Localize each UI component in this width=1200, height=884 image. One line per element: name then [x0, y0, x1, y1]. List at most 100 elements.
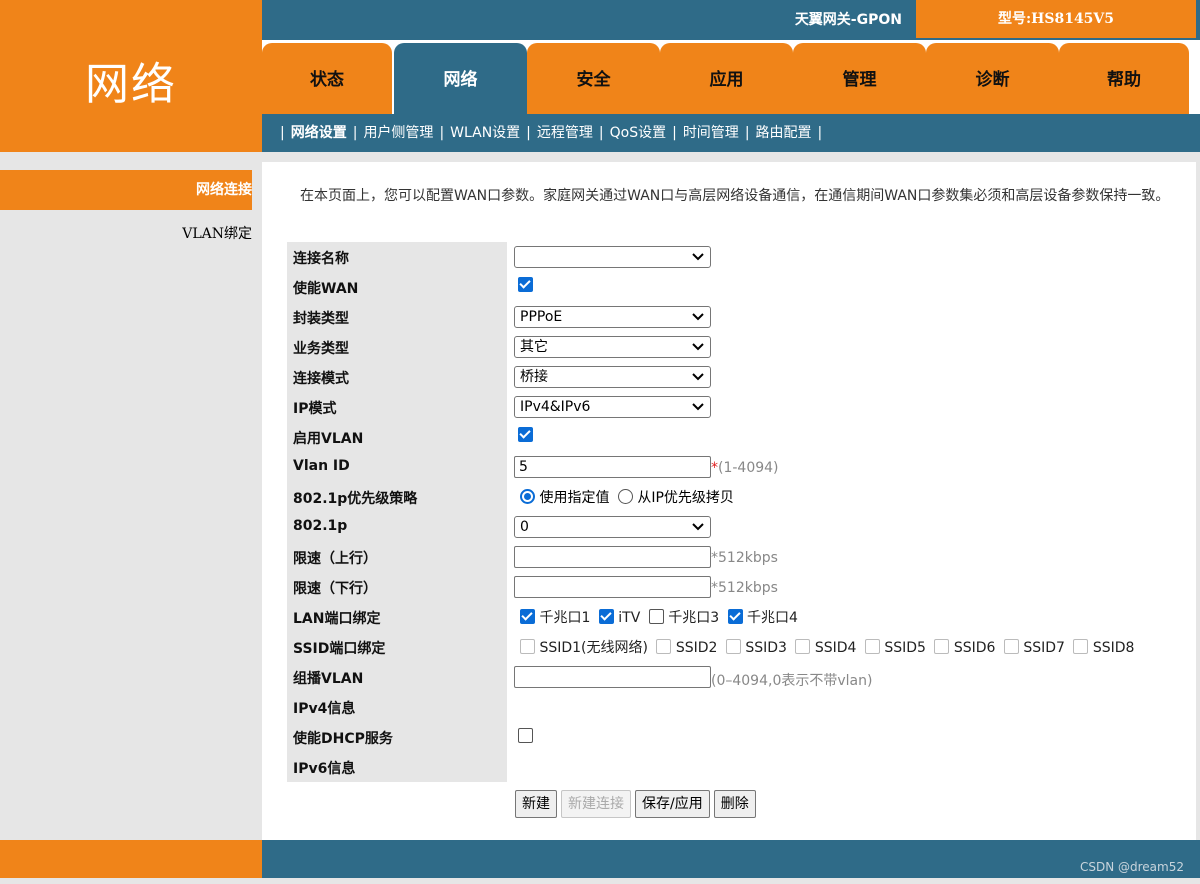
label-ipv6-info: IPv6信息	[293, 761, 356, 777]
label-rate-down: 限速（下行）	[293, 581, 377, 597]
8021p-select[interactable]: 0	[514, 516, 711, 538]
subnav-user-side[interactable]: 用户侧管理	[363, 125, 433, 141]
row-rate-down: 限速（下行） *512kbps	[287, 572, 1187, 602]
multicast-vlan-hint: (0–4094,0表示不带vlan)	[711, 673, 873, 689]
subnav-network-settings[interactable]: 网络设置	[291, 125, 347, 141]
subnav-separator: |	[280, 125, 285, 141]
sidebar-item-label: VLAN绑定	[182, 226, 252, 242]
lan-port-1-checkbox[interactable]	[520, 609, 535, 624]
tab-help[interactable]: 帮助	[1059, 43, 1189, 114]
ssid3-label: SSID3	[745, 640, 787, 656]
subnav-separator: |	[672, 125, 677, 141]
delete-button[interactable]: 删除	[713, 790, 756, 818]
subnav-separator: |	[817, 125, 823, 141]
label-priority-policy: 802.1p优先级策略	[293, 491, 418, 507]
sub-nav: | 网络设置 | 用户侧管理 | WLAN设置 | 远程管理 | QoS设置 | 时间管理 | 路由配置 |	[262, 114, 1200, 152]
ip-mode-select[interactable]: IPv4&IPv6	[514, 396, 711, 418]
lan-port-3-label: 千兆口3	[668, 610, 720, 626]
ssid1-checkbox[interactable]	[520, 639, 535, 654]
connection-name-select[interactable]	[514, 246, 711, 268]
subnav-routing[interactable]: 路由配置	[756, 125, 812, 141]
row-service-type: 业务类型 其它	[287, 332, 1187, 362]
label-enable-vlan: 启用VLAN	[293, 431, 364, 447]
rate-up-input[interactable]	[514, 546, 711, 568]
row-connection-name: 连接名称	[287, 242, 1187, 272]
lan-port-4-checkbox[interactable]	[727, 609, 743, 624]
ssid5-checkbox[interactable]	[864, 639, 880, 654]
subnav-remote[interactable]: 远程管理	[537, 125, 593, 141]
vlan-id-range: (1-4094)	[718, 460, 779, 476]
rate-down-hint: *512kbps	[711, 580, 778, 596]
intro-text: 在本页面上，您可以配置WAN口参数。家庭网关通过WAN口与高层网络设备通信，在通…	[300, 188, 1170, 204]
vlan-id-input[interactable]: 5	[514, 456, 711, 478]
chevron-down-icon	[692, 523, 704, 531]
subnav-qos[interactable]: QoS设置	[610, 125, 666, 141]
ssid5-label: SSID5	[884, 640, 926, 656]
subnav-separator: |	[526, 125, 531, 141]
tab-security[interactable]: 安全	[527, 43, 660, 114]
tab-application[interactable]: 应用	[660, 43, 793, 114]
model-label: 型号:HS8145V5	[916, 0, 1196, 38]
label-rate-up: 限速（上行）	[293, 551, 377, 567]
tab-network[interactable]: 网络	[394, 43, 527, 114]
ip-mode-value: IPv4&IPv6	[520, 399, 591, 415]
priority-copy-label: 从IP优先级拷贝	[637, 490, 734, 506]
rate-down-input[interactable]	[514, 576, 711, 598]
tab-diagnosis[interactable]: 诊断	[926, 43, 1059, 114]
label-enable-wan: 使能WAN	[293, 281, 359, 297]
connection-mode-select[interactable]: 桥接	[514, 366, 711, 388]
tab-management[interactable]: 管理	[793, 43, 926, 114]
main-nav: 状态 网络 安全 应用 管理 诊断 帮助	[262, 40, 1200, 114]
required-marker: *	[711, 460, 718, 476]
new-button[interactable]: 新建	[515, 790, 557, 818]
label-service-type: 业务类型	[293, 341, 349, 357]
rate-up-hint: *512kbps	[711, 550, 778, 566]
sidebar: 网络连接 VLAN绑定	[0, 152, 262, 840]
priority-copy-radio[interactable]	[617, 489, 633, 504]
lan-port-itv-checkbox[interactable]	[598, 609, 614, 624]
enable-vlan-checkbox[interactable]	[518, 427, 533, 442]
multicast-vlan-input[interactable]	[514, 666, 711, 688]
enable-wan-checkbox[interactable]	[518, 277, 533, 292]
row-rate-up: 限速（上行） *512kbps	[287, 542, 1187, 572]
row-enable-wan: 使能WAN	[287, 272, 1187, 302]
row-connection-mode: 连接模式 桥接	[287, 362, 1187, 392]
new-connection-button[interactable]: 新建连接	[561, 790, 631, 818]
logo-area: 网络	[0, 0, 262, 152]
row-ipv6-info: IPv6信息	[287, 752, 1187, 782]
service-type-select[interactable]: 其它	[514, 336, 711, 358]
row-ssid-binding: SSID端口绑定 SSID1(无线网络) SSID2 SSID3 SSID4 S…	[287, 632, 1187, 662]
ssid2-checkbox[interactable]	[656, 639, 672, 654]
chevron-down-icon	[692, 313, 704, 321]
label-ipv4-info: IPv4信息	[293, 701, 356, 717]
ssid7-checkbox[interactable]	[1003, 639, 1019, 654]
label-ssid-binding: SSID端口绑定	[293, 641, 386, 657]
sidebar-item-network-connection[interactable]: 网络连接	[0, 170, 252, 210]
ssid8-checkbox[interactable]	[1073, 639, 1089, 654]
ssid4-checkbox[interactable]	[795, 639, 811, 654]
save-apply-button[interactable]: 保存/应用	[635, 790, 710, 818]
label-ip-mode: IP模式	[293, 401, 337, 417]
subnav-wlan[interactable]: WLAN设置	[450, 125, 520, 141]
subnav-time[interactable]: 时间管理	[683, 125, 739, 141]
content-panel: 在本页面上，您可以配置WAN口参数。家庭网关通过WAN口与高层网络设备通信，在通…	[262, 162, 1196, 840]
tab-status[interactable]: 状态	[262, 43, 392, 114]
lan-port-3-checkbox[interactable]	[648, 609, 664, 624]
priority-specified-radio[interactable]	[520, 489, 535, 504]
form-buttons: 新建 新建连接 保存/应用 删除	[515, 790, 760, 820]
ssid6-checkbox[interactable]	[934, 639, 950, 654]
ssid1-label: SSID1(无线网络)	[539, 640, 648, 656]
encapsulation-select[interactable]: PPPoE	[514, 306, 711, 328]
row-encapsulation: 封装类型 PPPoE	[287, 302, 1187, 332]
encapsulation-value: PPPoE	[520, 309, 563, 325]
logo-text: 网络	[85, 59, 177, 110]
chevron-down-icon	[692, 403, 704, 411]
subnav-separator: |	[598, 125, 604, 141]
ssid4-label: SSID4	[814, 640, 857, 656]
ssid8-label: SSID8	[1092, 640, 1135, 656]
label-connection-mode: 连接模式	[293, 371, 349, 387]
ssid3-checkbox[interactable]	[725, 639, 741, 654]
sidebar-item-vlan-binding[interactable]: VLAN绑定	[0, 214, 252, 254]
chevron-down-icon	[692, 253, 704, 261]
dhcp-checkbox[interactable]	[518, 728, 533, 743]
